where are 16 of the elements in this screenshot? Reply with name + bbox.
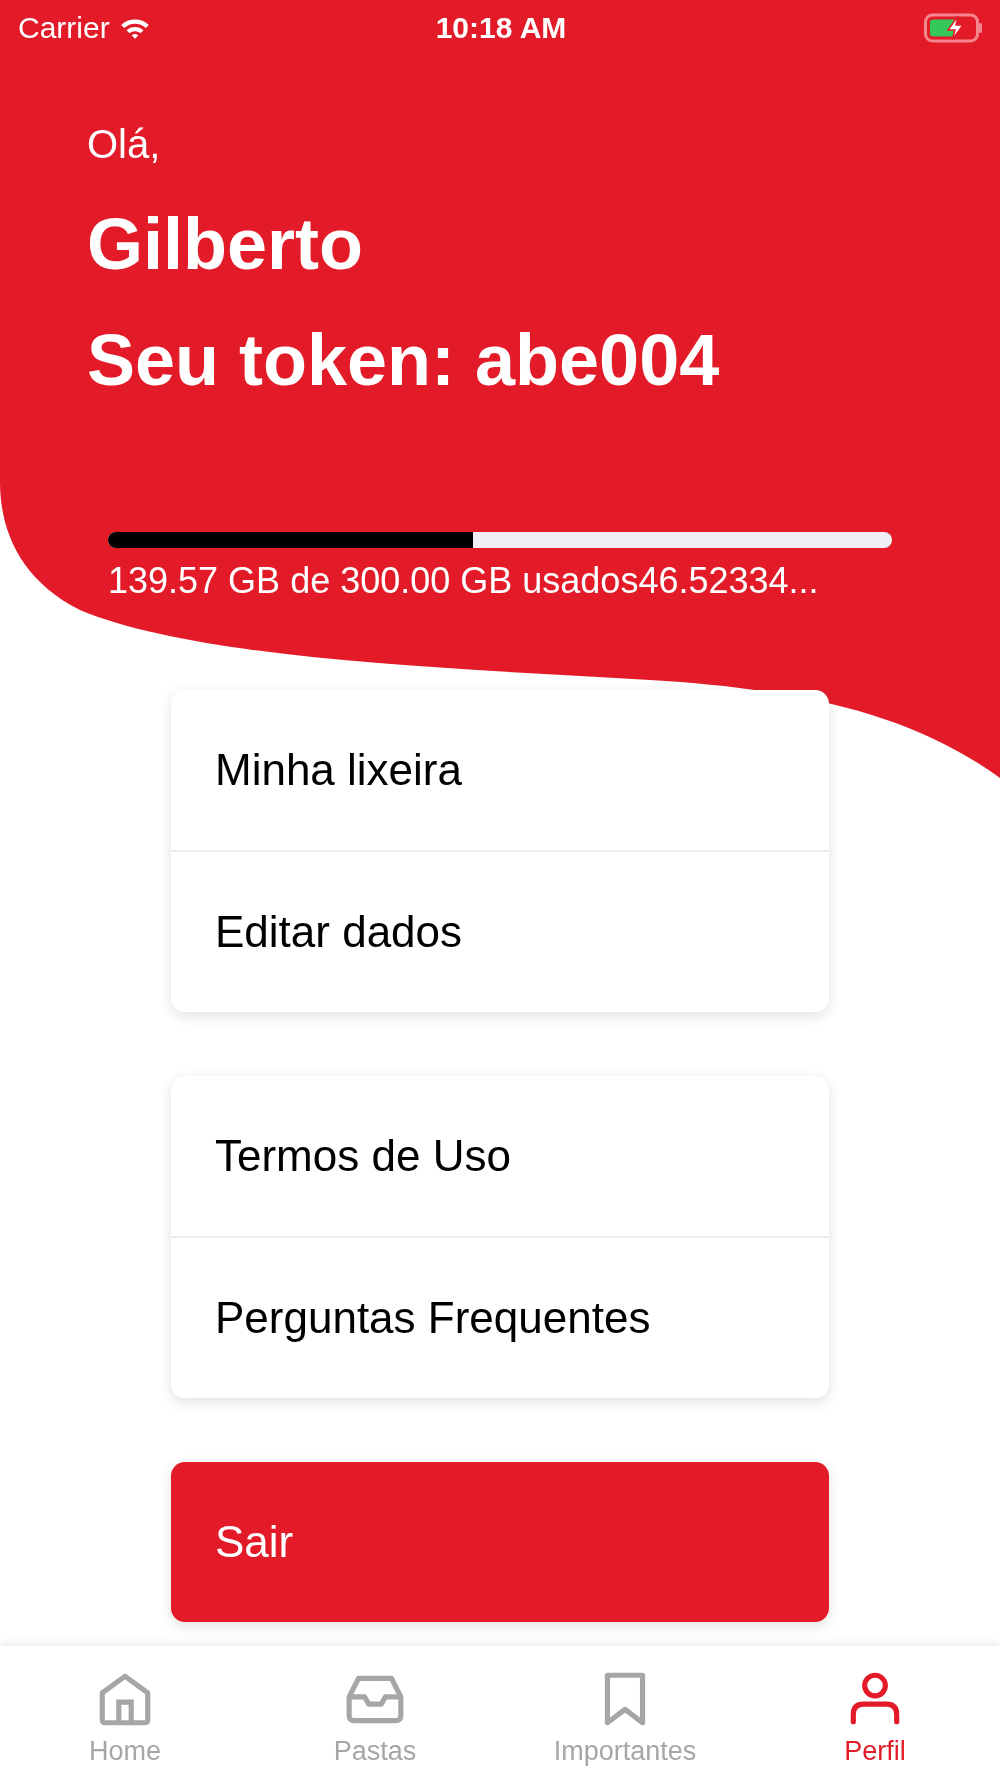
tab-item[interactable]: Home (0, 1646, 250, 1778)
status-time: 10:18 AM (435, 11, 567, 45)
tab-item[interactable]: Pastas (250, 1646, 500, 1778)
greeting-text: Olá, (87, 121, 162, 168)
logout-button[interactable]: Sair (171, 1462, 829, 1622)
menu-item[interactable]: Perguntas Frequentes (171, 1236, 829, 1398)
menu-item[interactable]: Editar dados (171, 850, 829, 1012)
wifi-icon (119, 16, 150, 40)
storage-usage-text: 139.57 GB de 300.00 GB usados46.52334... (108, 560, 820, 602)
user-name: Gilberto (87, 203, 364, 286)
menu-item[interactable]: Termos de Uso (171, 1076, 829, 1236)
tab-item[interactable]: Importantes (500, 1646, 750, 1778)
tab-item[interactable]: Perfil (750, 1646, 1000, 1778)
carrier-label: Carrier (18, 11, 110, 45)
token-text: Seu token: abe004 (87, 319, 721, 402)
menu-item[interactable]: Minha lixeira (171, 690, 829, 850)
